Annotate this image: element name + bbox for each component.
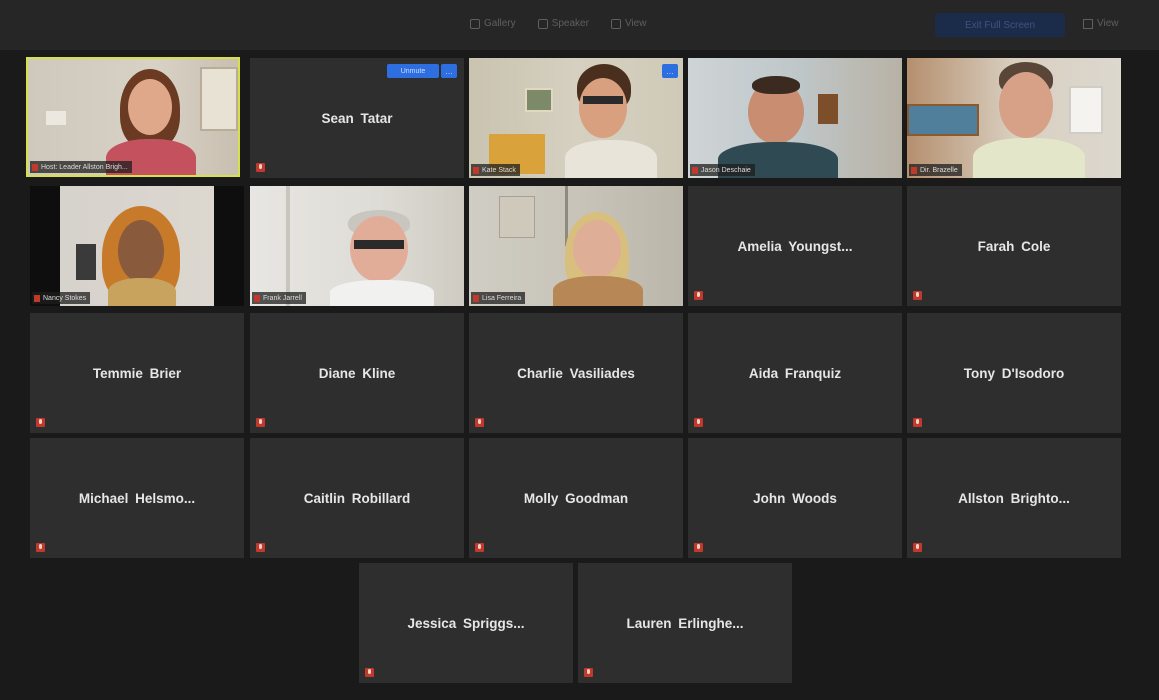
participant-tile-22[interactable]: Lauren Erlinghe... bbox=[578, 563, 792, 683]
muted-icon bbox=[692, 166, 698, 174]
participant-name: John Woods bbox=[753, 490, 837, 506]
muted-mic-icon bbox=[475, 543, 484, 552]
participant-name: Allston Brighto... bbox=[958, 490, 1070, 506]
meeting-top-bar: Gallery Speaker View Exit Full Screen Vi… bbox=[0, 0, 1159, 50]
muted-icon bbox=[473, 166, 479, 174]
participant-tile-2[interactable]: Sean Tatar Unmute … bbox=[250, 58, 464, 178]
participant-name: Michael Helsmo... bbox=[78, 490, 196, 506]
participant-tile-13[interactable]: Charlie Vasiliades bbox=[469, 313, 683, 433]
muted-mic-icon bbox=[475, 418, 484, 427]
muted-mic-icon bbox=[36, 543, 45, 552]
exit-full-screen-button[interactable]: Exit Full Screen bbox=[935, 13, 1065, 37]
muted-mic-icon bbox=[36, 418, 45, 427]
participant-tile-12[interactable]: Diane Kline bbox=[250, 313, 464, 433]
participant-name: Caitlin Robillard bbox=[303, 490, 411, 506]
more-options-button[interactable]: … bbox=[662, 64, 678, 78]
participant-caption: Nancy Stokes bbox=[32, 292, 91, 304]
muted-icon bbox=[34, 294, 40, 302]
participant-caption: Kate Stack bbox=[471, 164, 520, 176]
muted-mic-icon bbox=[256, 163, 265, 172]
participant-name: Amelia Youngst... bbox=[737, 238, 853, 254]
muted-mic-icon bbox=[694, 291, 703, 300]
participant-tile-15[interactable]: Tony D'Isodoro bbox=[907, 313, 1121, 433]
participant-name: Temmie Brier bbox=[92, 365, 182, 381]
participant-tile-17[interactable]: Caitlin Robillard bbox=[250, 438, 464, 558]
participant-tile-20[interactable]: Allston Brighto... bbox=[907, 438, 1121, 558]
participant-tile-7[interactable]: Frank Jarrell bbox=[250, 186, 464, 306]
muted-icon bbox=[473, 294, 479, 302]
participant-caption: Dir. Brazelle bbox=[909, 164, 962, 176]
participant-name: Tony D'Isodoro bbox=[963, 365, 1065, 381]
grid-icon bbox=[470, 18, 480, 29]
participant-name: Lauren Erlinghe... bbox=[626, 615, 744, 631]
muted-icon bbox=[254, 294, 260, 302]
toolbar-item-view[interactable]: View bbox=[610, 18, 646, 29]
toolbar-item-speaker[interactable]: Speaker bbox=[537, 18, 589, 29]
participant-caption: Lisa Ferreira bbox=[471, 292, 526, 304]
muted-mic-icon bbox=[694, 543, 703, 552]
grid-view-icon bbox=[1083, 18, 1093, 29]
participant-tile-14[interactable]: Aida Franquiz bbox=[688, 313, 902, 433]
participant-tile-8[interactable]: Lisa Ferreira bbox=[469, 186, 683, 306]
toolbar-item-gallery[interactable]: Gallery bbox=[470, 18, 516, 29]
muted-mic-icon bbox=[584, 668, 593, 677]
participant-tile-21[interactable]: Jessica Spriggs... bbox=[359, 563, 573, 683]
view-icon bbox=[610, 18, 621, 29]
participant-tile-6[interactable]: Nancy Stokes bbox=[30, 186, 244, 306]
more-options-button[interactable]: … bbox=[441, 64, 457, 78]
view-controls: Gallery Speaker View bbox=[470, 18, 646, 29]
muted-mic-icon bbox=[913, 291, 922, 300]
unmute-button[interactable]: Unmute bbox=[387, 64, 439, 78]
participant-name: Jessica Spriggs... bbox=[407, 615, 525, 631]
participant-caption: Jason Deschaie bbox=[690, 164, 755, 176]
muted-mic-icon bbox=[694, 418, 703, 427]
participant-name: Farah Cole bbox=[977, 238, 1051, 254]
participant-name: Aida Franquiz bbox=[748, 365, 842, 381]
participant-tile-3[interactable]: … Kate Stack bbox=[469, 58, 683, 178]
muted-mic-icon bbox=[256, 543, 265, 552]
participant-name: Charlie Vasiliades bbox=[517, 365, 635, 381]
participant-tile-19[interactable]: John Woods bbox=[688, 438, 902, 558]
muted-mic-icon bbox=[913, 418, 922, 427]
participant-tile-16[interactable]: Michael Helsmo... bbox=[30, 438, 244, 558]
participant-name: Diane Kline bbox=[318, 365, 396, 381]
participant-caption: Host: Leader Allston Brigh... bbox=[30, 161, 132, 173]
participant-tile-1[interactable]: Host: Leader Allston Brigh... bbox=[26, 57, 240, 177]
users-icon bbox=[537, 18, 548, 29]
participant-tile-4[interactable]: Jason Deschaie bbox=[688, 58, 902, 178]
participant-tile-9[interactable]: Amelia Youngst... bbox=[688, 186, 902, 306]
participant-tile-5[interactable]: Dir. Brazelle bbox=[907, 58, 1121, 178]
muted-mic-icon bbox=[365, 668, 374, 677]
participant-tile-11[interactable]: Temmie Brier bbox=[30, 313, 244, 433]
participant-tile-10[interactable]: Farah Cole bbox=[907, 186, 1121, 306]
muted-mic-icon bbox=[913, 543, 922, 552]
participant-caption: Frank Jarrell bbox=[252, 292, 306, 304]
muted-icon bbox=[911, 166, 917, 174]
muted-mic-icon bbox=[256, 418, 265, 427]
participant-name: Molly Goodman bbox=[523, 490, 629, 506]
view-menu[interactable]: View bbox=[1083, 18, 1119, 29]
muted-icon bbox=[32, 163, 38, 171]
participant-tile-18[interactable]: Molly Goodman bbox=[469, 438, 683, 558]
